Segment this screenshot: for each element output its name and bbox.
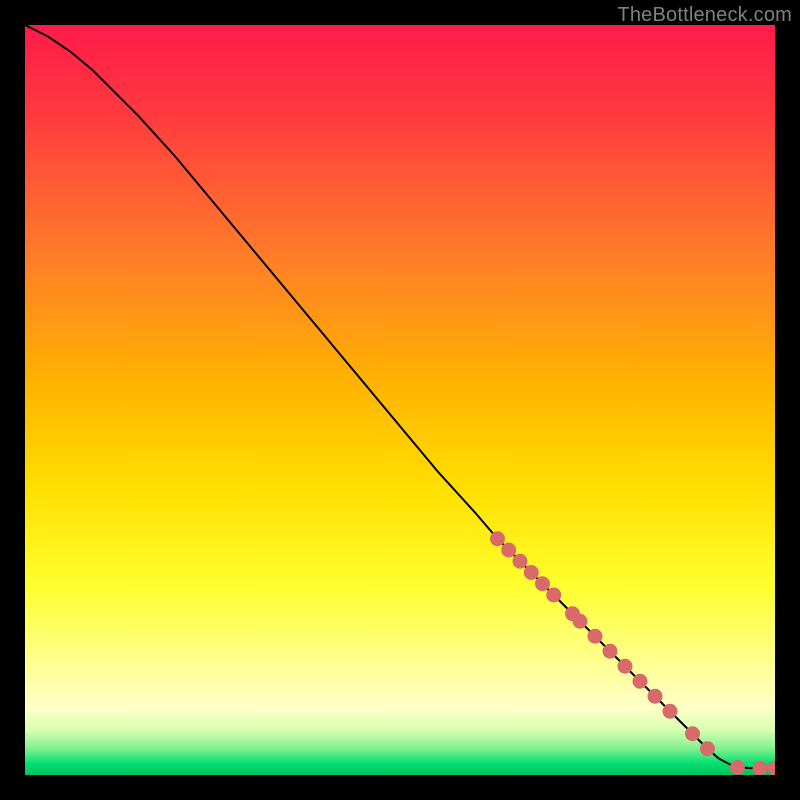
data-marker xyxy=(633,674,648,689)
attribution-text: TheBottleneck.com xyxy=(617,4,792,27)
data-marker xyxy=(535,576,550,591)
data-marker xyxy=(685,726,700,741)
chart-canvas xyxy=(25,25,775,775)
data-marker xyxy=(573,614,588,629)
data-marker xyxy=(730,760,745,775)
gradient-background xyxy=(25,25,775,775)
data-marker xyxy=(603,644,618,659)
data-marker xyxy=(700,741,715,756)
data-marker xyxy=(501,543,516,558)
data-marker xyxy=(588,629,603,644)
chart-frame: TheBottleneck.com xyxy=(0,0,800,800)
data-marker xyxy=(524,565,539,580)
data-marker xyxy=(618,659,633,674)
data-marker xyxy=(663,704,678,719)
plot-area xyxy=(25,25,775,775)
data-marker xyxy=(490,531,505,546)
data-marker xyxy=(546,588,561,603)
data-marker xyxy=(648,689,663,704)
data-marker xyxy=(513,554,528,569)
